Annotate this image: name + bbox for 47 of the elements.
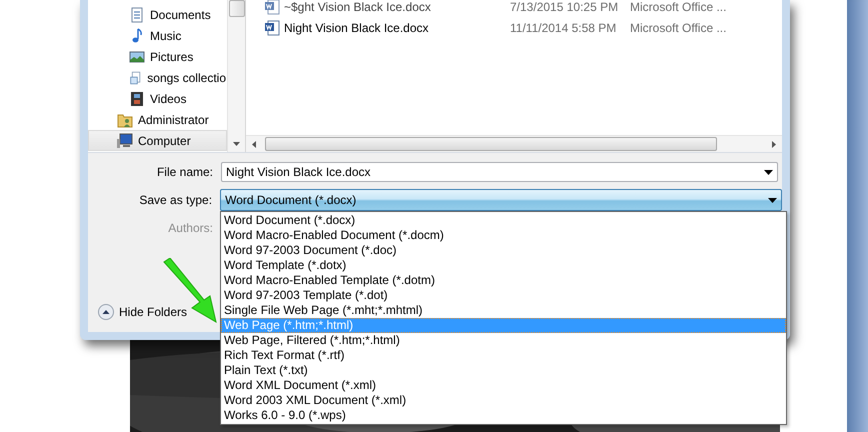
file-type-option[interactable]: Word 2003 XML Document (*.xml): [221, 393, 786, 408]
picture-icon: [129, 48, 145, 64]
navigation-item[interactable]: Music: [88, 25, 227, 46]
file-type-option[interactable]: Plain Text (*.txt): [221, 363, 786, 378]
scrollbar-thumb[interactable]: [265, 137, 717, 151]
file-type-option[interactable]: Single File Web Page (*.mht;*.mhtml): [221, 303, 786, 318]
file-type: Microsoft Office ...: [630, 0, 728, 14]
user-folder-icon: [117, 112, 133, 128]
file-type-option[interactable]: Word Macro-Enabled Template (*.dotm): [221, 273, 786, 288]
navigation-item[interactable]: Pictures: [88, 46, 227, 67]
file-name-label: File name:: [156, 165, 214, 179]
authors-label: Authors:: [167, 221, 214, 235]
file-type-option[interactable]: Word Template (*.dotx): [221, 258, 786, 273]
file-type-option[interactable]: Word 97-2003 Document (*.doc): [221, 243, 786, 258]
film-strip-icon: [129, 90, 145, 106]
file-date: 7/13/2015 10:25 PM: [510, 0, 620, 14]
file-type-option[interactable]: Word XML Document (*.xml): [221, 378, 786, 393]
file-type-option[interactable]: Word Macro-Enabled Document (*.docm): [221, 228, 786, 243]
scroll-left-icon[interactable]: [252, 140, 256, 148]
save-as-type-dropdown[interactable]: Word Document (*.docx): [220, 189, 782, 211]
navigation-item[interactable]: Administrator: [88, 109, 227, 130]
navigation-item[interactable]: songs collectio: [88, 67, 227, 88]
file-date: 11/11/2014 5:58 PM: [510, 20, 618, 34]
navigation-item[interactable]: Videos: [88, 88, 227, 109]
scrollbar-thumb[interactable]: [228, 0, 244, 17]
hide-folders-button[interactable]: Hide Folders: [98, 304, 188, 320]
navigation-item[interactable]: Computer: [88, 130, 227, 151]
file-type-option[interactable]: Word 97-2003 Template (*.dot): [221, 288, 786, 303]
file-name[interactable]: ~$ght Vision Black Ice.docx: [284, 0, 431, 14]
computer-icon: [117, 132, 133, 148]
word-document-icon: [264, 20, 280, 36]
dropdown-caret-icon: [768, 198, 777, 202]
document-icon: [129, 6, 145, 22]
file-type-option[interactable]: Web Page, Filtered (*.htm;*.html): [221, 333, 786, 348]
file-type: Microsoft Office ...: [630, 20, 728, 34]
file-name-field[interactable]: Night Vision Black Ice.docx: [221, 162, 778, 182]
save-as-type-label: Save as type:: [138, 193, 214, 207]
file-type-option[interactable]: Works 6.0 - 9.0 (*.wps): [221, 408, 786, 423]
file-type-option[interactable]: Word Document (*.docx): [221, 213, 786, 228]
scroll-right-icon[interactable]: [772, 140, 776, 148]
library-icon: [129, 70, 142, 86]
navigation-item[interactable]: Documents: [88, 4, 227, 25]
scroll-down-icon[interactable]: [233, 142, 240, 146]
chevron-up-icon: [98, 304, 114, 320]
dropdown-caret-icon: [764, 170, 773, 174]
file-name[interactable]: Night Vision Black Ice.docx: [284, 20, 429, 34]
file-type-option[interactable]: Rich Text Format (*.rtf): [221, 348, 786, 363]
